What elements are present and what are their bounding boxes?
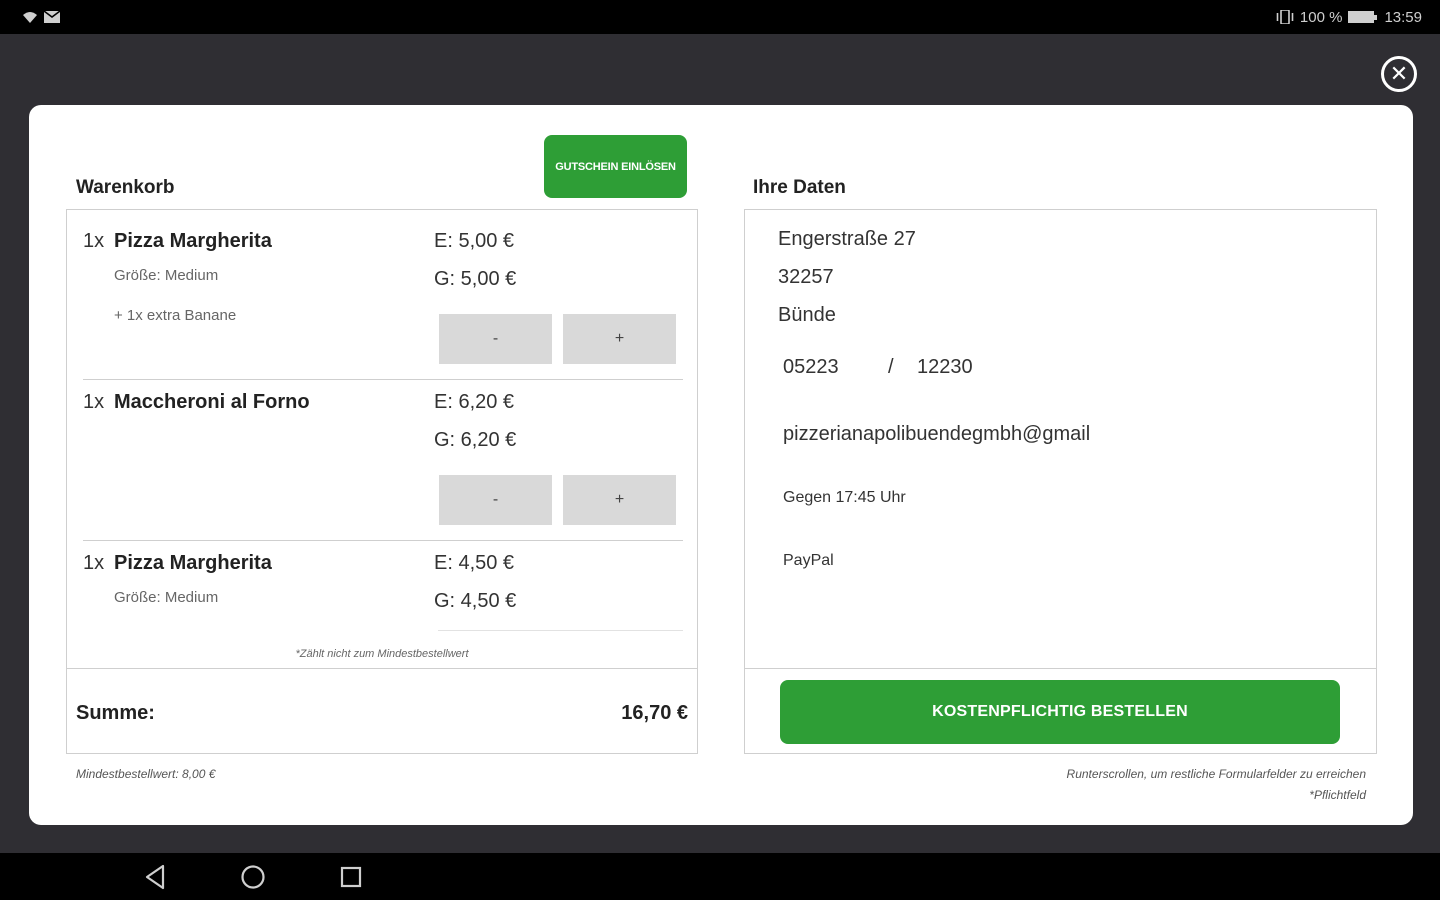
decrease-quantity-button[interactable]: -	[439, 314, 552, 364]
item-extra: + 1x extra Banane	[114, 307, 237, 324]
cart-item: 1x Pizza Margherita Größe: Medium + 1x e…	[83, 230, 683, 380]
recents-icon[interactable]	[335, 861, 367, 893]
min-order-note: *Zählt nicht zum Mindestbestellwert	[295, 648, 469, 660]
vibrate-icon	[1276, 10, 1294, 24]
sum-row: Summe: 16,70 €	[67, 668, 697, 754]
user-data-box: Engerstraße 27 32257 Bünde 05223 / 12230…	[744, 209, 1377, 754]
zip-field[interactable]: 32257	[778, 266, 834, 289]
status-right: 100 % 13:59	[1276, 9, 1422, 26]
sum-value: 16,70 €	[621, 702, 688, 724]
sum-label: Summe:	[76, 702, 155, 724]
delivery-time-select[interactable]: Gegen 17:45 Uhr	[783, 489, 906, 507]
order-modal: Warenkorb GUTSCHEIN EINLÖSEN 1x Pizza Ma…	[29, 105, 1413, 825]
street-field[interactable]: Engerstraße 27	[778, 228, 916, 251]
status-bar: 100 % 13:59	[0, 0, 1440, 34]
battery-icon	[1348, 11, 1378, 23]
item-name: Pizza Margherita	[114, 552, 272, 574]
home-icon[interactable]	[237, 861, 269, 893]
phone-prefix-field[interactable]: 05223	[783, 356, 839, 379]
quantity-buttons-edge	[438, 630, 683, 631]
item-price-total: G: 4,50 €	[434, 590, 517, 612]
cart-title: Warenkorb	[76, 177, 175, 198]
battery-percent: 100 %	[1299, 8, 1343, 26]
back-icon[interactable]	[139, 861, 171, 893]
cart-box: 1x Pizza Margherita Größe: Medium + 1x e…	[66, 209, 698, 754]
user-data-title: Ihre Daten	[753, 177, 846, 198]
item-price-total: G: 5,00 €	[434, 268, 517, 290]
item-divider	[83, 540, 683, 541]
item-quantity: 1x	[83, 552, 105, 574]
item-price-total: G: 6,20 €	[434, 429, 517, 451]
item-price-single: E: 6,20 €	[434, 391, 515, 413]
cart-item-list[interactable]: 1x Pizza Margherita Größe: Medium + 1x e…	[67, 210, 697, 668]
redeem-voucher-button[interactable]: GUTSCHEIN EINLÖSEN	[544, 135, 687, 198]
item-price-single: E: 4,50 €	[434, 552, 515, 574]
payment-method-select[interactable]: PayPal	[783, 552, 834, 570]
item-name: Maccheroni al Forno	[114, 391, 310, 413]
wifi-icon	[23, 12, 37, 23]
cart-item: 1x Maccheroni al Forno E: 6,20 € G: 6,20…	[83, 391, 683, 541]
phone-separator: /	[888, 356, 894, 378]
phone-number-field[interactable]: 12230	[917, 356, 973, 379]
status-left	[22, 10, 60, 24]
mail-icon	[44, 11, 60, 23]
data-separator	[745, 668, 1376, 669]
item-size: Größe: Medium	[114, 267, 219, 284]
decrease-quantity-button[interactable]: -	[439, 475, 552, 525]
item-price-single: E: 5,00 €	[434, 230, 515, 252]
item-size: Größe: Medium	[114, 589, 219, 606]
increase-quantity-button[interactable]: +	[563, 314, 676, 364]
min-order-value: Mindestbestellwert: 8,00 €	[76, 767, 216, 781]
required-hint: *Pflichtfeld	[1309, 788, 1366, 802]
item-quantity: 1x	[83, 230, 105, 252]
clock: 13:59	[1384, 8, 1422, 26]
close-icon[interactable]: ✕	[1381, 56, 1417, 92]
navigation-bar	[0, 853, 1440, 900]
city-field[interactable]: Bünde	[778, 304, 836, 327]
item-name: Pizza Margherita	[114, 230, 272, 252]
place-order-button[interactable]: KOSTENPFLICHTIG BESTELLEN	[780, 680, 1340, 744]
item-divider	[83, 379, 683, 380]
item-quantity: 1x	[83, 391, 105, 413]
increase-quantity-button[interactable]: +	[563, 475, 676, 525]
email-field[interactable]: pizzerianapolibuendegmbh@gmail	[783, 423, 1090, 446]
cart-item: 1x Pizza Margherita Größe: Medium E: 4,5…	[83, 552, 683, 652]
scroll-hint: Runterscrollen, um restliche Formularfel…	[1066, 767, 1366, 781]
